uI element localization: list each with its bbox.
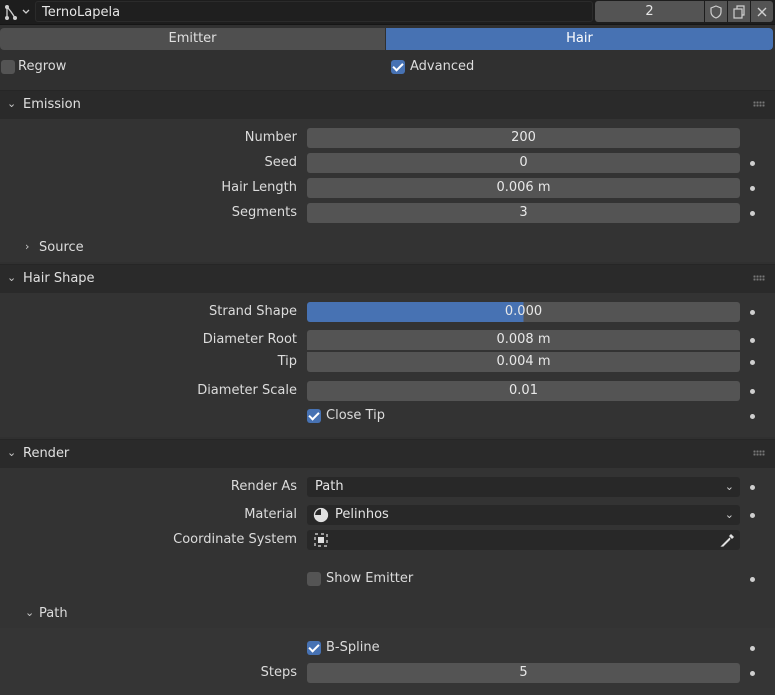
chevron-down-icon: ⌄: [25, 606, 35, 619]
hair-shape-panel-header[interactable]: ⌄ Hair Shape: [0, 264, 775, 293]
eyedropper-icon[interactable]: [720, 532, 736, 555]
material-dropdown[interactable]: Pelinhos ⌄: [307, 505, 740, 525]
particle-system-name-field[interactable]: TernoLapela: [35, 1, 593, 22]
path-subpanel-body: [0, 628, 775, 695]
render-as-dropdown[interactable]: Path ⌄: [307, 477, 740, 497]
render-panel-header[interactable]: ⌄ Render: [0, 439, 775, 468]
hair-shape-panel-title: Hair Shape: [23, 271, 95, 286]
hair-length-label: Hair Length: [221, 180, 297, 195]
regrow-label: Regrow: [18, 59, 67, 74]
duplicate-icon[interactable]: [728, 1, 750, 22]
keyframe-dot-icon[interactable]: [750, 577, 755, 582]
chevron-down-icon: ⌄: [7, 271, 17, 284]
show-emitter-label: Show Emitter: [326, 571, 414, 586]
show-emitter-checkbox[interactable]: [307, 572, 321, 586]
close-icon[interactable]: [751, 1, 773, 22]
source-subpanel-title: Source: [39, 240, 84, 255]
close-tip-checkbox[interactable]: [307, 409, 321, 423]
keyframe-dot-icon[interactable]: [750, 338, 755, 343]
b-spline-label: B-Spline: [326, 640, 380, 655]
chevron-right-icon: ›: [25, 240, 30, 253]
chevron-down-icon: ⌄: [724, 508, 734, 521]
segments-label: Segments: [231, 205, 297, 220]
chevron-down-icon: ⌄: [724, 480, 734, 493]
material-value: Pelinhos: [335, 507, 389, 522]
drag-handle-icon[interactable]: [753, 450, 765, 456]
coordinate-system-label: Coordinate System: [173, 532, 297, 547]
steps-label: Steps: [260, 665, 297, 680]
particles-icon[interactable]: [3, 2, 33, 22]
drag-handle-icon[interactable]: [753, 275, 765, 281]
chevron-down-icon: ⌄: [7, 446, 17, 459]
keyframe-dot-icon[interactable]: [750, 186, 755, 191]
keyframe-dot-icon[interactable]: [750, 211, 755, 216]
object-icon: [313, 532, 329, 555]
diameter-root-label: Diameter Root: [202, 332, 297, 347]
seed-label: Seed: [264, 155, 298, 170]
path-subpanel-title: Path: [39, 606, 68, 621]
tab-emitter[interactable]: Emitter: [0, 28, 385, 50]
render-panel-title: Render: [23, 446, 70, 461]
emission-panel-title: Emission: [23, 97, 81, 112]
render-as-value: Path: [315, 479, 344, 494]
keyframe-dot-icon[interactable]: [750, 671, 755, 676]
segments-field[interactable]: 3: [307, 203, 740, 223]
regrow-checkbox[interactable]: [1, 60, 15, 74]
hair-length-field[interactable]: 0.006 m: [307, 178, 740, 198]
chevron-down-icon: ⌄: [7, 97, 17, 110]
emission-panel-header[interactable]: ⌄ Emission: [0, 90, 775, 119]
keyframe-dot-icon[interactable]: [750, 485, 755, 490]
seed-field[interactable]: 0: [307, 153, 740, 173]
steps-field[interactable]: 5: [307, 663, 740, 683]
advanced-checkbox[interactable]: [391, 60, 405, 74]
keyframe-dot-icon[interactable]: [750, 389, 755, 394]
material-sphere-icon: [313, 507, 329, 530]
keyframe-dot-icon[interactable]: [750, 360, 755, 365]
tip-label: Tip: [277, 354, 297, 369]
keyframe-dot-icon[interactable]: [750, 513, 755, 518]
fake-user-shield-icon[interactable]: [705, 1, 727, 22]
keyframe-dot-icon[interactable]: [750, 161, 755, 166]
tip-field[interactable]: 0.004 m: [307, 352, 740, 372]
close-tip-label: Close Tip: [326, 408, 385, 423]
particle-system-header: TernoLapela 2: [0, 0, 775, 25]
advanced-label: Advanced: [410, 59, 475, 74]
diameter-scale-label: Diameter Scale: [197, 383, 297, 398]
strand-shape-slider[interactable]: 0.000: [307, 302, 740, 322]
keyframe-dot-icon[interactable]: [750, 414, 755, 419]
number-label: Number: [244, 130, 297, 145]
diameter-scale-field[interactable]: 0.01: [307, 381, 740, 401]
drag-handle-icon[interactable]: [753, 101, 765, 107]
keyframe-dot-icon[interactable]: [750, 310, 755, 315]
particle-type-tabs: Emitter Hair: [0, 28, 775, 50]
strand-shape-label: Strand Shape: [209, 304, 297, 319]
b-spline-checkbox[interactable]: [307, 641, 321, 655]
number-field[interactable]: 200: [307, 128, 740, 148]
keyframe-dot-icon[interactable]: [750, 646, 755, 651]
tab-hair[interactable]: Hair: [386, 28, 773, 50]
render-as-label: Render As: [230, 479, 297, 494]
diameter-root-field[interactable]: 0.008 m: [307, 330, 740, 350]
coordinate-system-field[interactable]: [307, 530, 740, 550]
users-count-field[interactable]: 2: [595, 1, 704, 22]
material-label: Material: [244, 507, 297, 522]
